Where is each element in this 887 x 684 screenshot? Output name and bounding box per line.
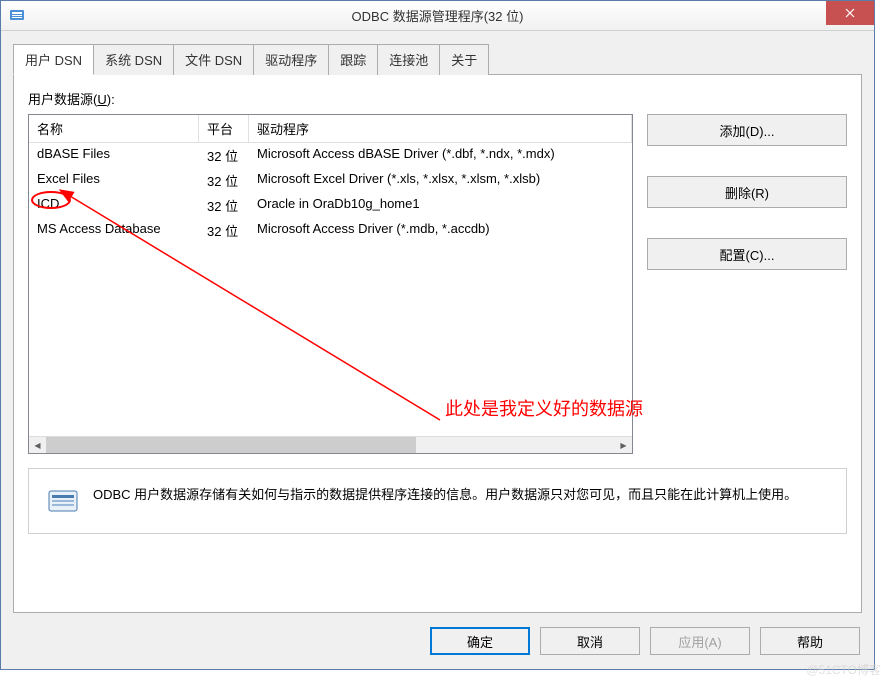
tab-about[interactable]: 关于 — [439, 44, 489, 75]
window-title: ODBC 数据源管理程序(32 位) — [352, 6, 524, 25]
info-box: ODBC 用户数据源存储有关如何与指示的数据提供程序连接的信息。用户数据源只对您… — [28, 468, 847, 534]
table-row[interactable]: MS Access Database 32 位 Microsoft Access… — [29, 218, 632, 243]
datasource-icon — [47, 485, 79, 517]
configure-button[interactable]: 配置(C)... — [647, 238, 847, 270]
tab-file-dsn[interactable]: 文件 DSN — [173, 44, 254, 75]
tab-user-dsn[interactable]: 用户 DSN — [13, 44, 94, 75]
titlebar: ODBC 数据源管理程序(32 位) — [1, 1, 874, 31]
tab-pooling[interactable]: 连接池 — [377, 44, 440, 75]
horizontal-scrollbar[interactable]: ◀ ▶ — [29, 436, 632, 453]
app-icon — [9, 7, 25, 23]
ok-button[interactable]: 确定 — [430, 627, 530, 655]
cancel-button[interactable]: 取消 — [540, 627, 640, 655]
close-button[interactable] — [826, 1, 874, 25]
titlebar-buttons — [826, 1, 874, 25]
main-row: 名称 平台 驱动程序 dBASE Files 32 位 Microsoft Ac… — [28, 114, 847, 454]
col-name[interactable]: 名称 — [29, 115, 199, 142]
list-label: 用户数据源(U): — [28, 89, 847, 108]
table-row[interactable]: Excel Files 32 位 Microsoft Excel Driver … — [29, 168, 632, 193]
col-driver[interactable]: 驱动程序 — [249, 115, 632, 142]
tab-strip: 用户 DSN 系统 DSN 文件 DSN 驱动程序 跟踪 连接池 关于 — [13, 43, 862, 75]
side-button-panel: 添加(D)... 删除(R) 配置(C)... — [647, 114, 847, 454]
add-button[interactable]: 添加(D)... — [647, 114, 847, 146]
dialog-content: 用户 DSN 系统 DSN 文件 DSN 驱动程序 跟踪 连接池 关于 用户数据… — [1, 31, 874, 669]
dialog-button-row: 确定 取消 应用(A) 帮助 — [13, 613, 862, 657]
watermark: @51CTO博客 — [806, 661, 881, 678]
table-row[interactable]: dBASE Files 32 位 Microsoft Access dBASE … — [29, 143, 632, 168]
tab-drivers[interactable]: 驱动程序 — [253, 44, 329, 75]
scroll-right-icon[interactable]: ▶ — [615, 437, 632, 454]
tab-system-dsn[interactable]: 系统 DSN — [93, 44, 174, 75]
table-row[interactable]: ICD 32 位 Oracle in OraDb10g_home1 — [29, 193, 632, 218]
help-button[interactable]: 帮助 — [760, 627, 860, 655]
scroll-left-icon[interactable]: ◀ — [29, 437, 46, 454]
info-text: ODBC 用户数据源存储有关如何与指示的数据提供程序连接的信息。用户数据源只对您… — [93, 485, 797, 517]
tab-tracing[interactable]: 跟踪 — [328, 44, 378, 75]
dsn-table[interactable]: 名称 平台 驱动程序 dBASE Files 32 位 Microsoft Ac… — [28, 114, 633, 454]
table-body: dBASE Files 32 位 Microsoft Access dBASE … — [29, 143, 632, 436]
tab-panel: 用户数据源(U): 名称 平台 驱动程序 dBASE Files 32 位 Mi… — [13, 75, 862, 613]
apply-button: 应用(A) — [650, 627, 750, 655]
scroll-track[interactable] — [46, 437, 615, 454]
scroll-thumb[interactable] — [46, 437, 416, 454]
remove-button[interactable]: 删除(R) — [647, 176, 847, 208]
col-platform[interactable]: 平台 — [199, 115, 249, 142]
dialog-window: ODBC 数据源管理程序(32 位) 用户 DSN 系统 DSN 文件 DSN … — [0, 0, 875, 670]
table-header: 名称 平台 驱动程序 — [29, 115, 632, 143]
